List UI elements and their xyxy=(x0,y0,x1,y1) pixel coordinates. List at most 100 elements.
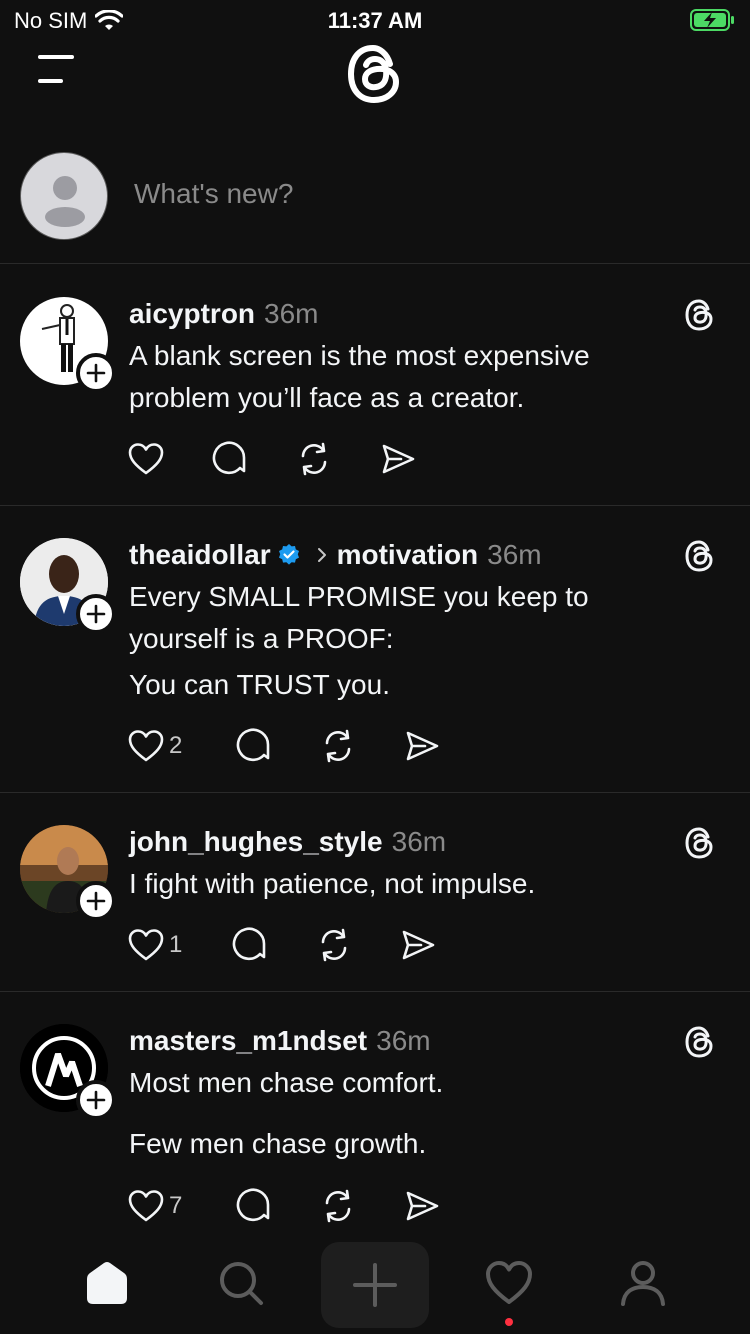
post-text-line: A blank screen is the most expensive xyxy=(129,340,590,371)
post-item[interactable]: john_hughes_style 36m I fight with patie… xyxy=(0,793,750,992)
post-actions xyxy=(127,439,463,479)
reply-button[interactable] xyxy=(235,1186,319,1226)
nav-activity[interactable] xyxy=(484,1258,534,1308)
share-button[interactable] xyxy=(379,439,463,479)
home-icon xyxy=(87,1262,127,1304)
post-header: masters_m1ndset 36m xyxy=(129,1024,431,1058)
post-time: 36m xyxy=(376,1025,431,1056)
post-item[interactable]: theaidollar motivation 36m Every SMALL P… xyxy=(0,506,750,793)
post-avatar-wrap xyxy=(20,1024,116,1120)
default-avatar-icon xyxy=(45,176,85,227)
follow-button[interactable] xyxy=(76,353,116,393)
post-topic[interactable]: motivation xyxy=(337,539,479,571)
plus-icon xyxy=(86,363,106,383)
like-button[interactable] xyxy=(127,439,211,479)
reply-button[interactable] xyxy=(231,925,315,965)
notification-dot xyxy=(505,1318,513,1326)
threads-icon[interactable] xyxy=(682,1024,718,1060)
repost-icon xyxy=(301,442,327,476)
send-icon xyxy=(402,930,435,960)
top-bar xyxy=(0,40,750,112)
post-text: I fight with patience, not impulse. xyxy=(129,863,689,905)
nav-profile[interactable] xyxy=(618,1258,668,1308)
post-text-line: Most men chase comfort. xyxy=(129,1067,444,1098)
follow-button[interactable] xyxy=(76,1080,116,1120)
threads-icon[interactable] xyxy=(682,538,718,574)
repost-icon xyxy=(325,1189,351,1223)
nav-search[interactable] xyxy=(216,1258,266,1308)
post-header: aicyptron 36m xyxy=(129,297,319,331)
search-icon xyxy=(220,1262,263,1305)
like-count: 1 xyxy=(169,931,183,958)
post-avatar-wrap xyxy=(20,825,116,921)
post-username[interactable]: aicyptron xyxy=(129,298,255,330)
post-username[interactable]: john_hughes_style xyxy=(129,826,383,858)
repost-icon xyxy=(325,729,351,763)
repost-button[interactable] xyxy=(319,1186,403,1226)
chevron-right-icon xyxy=(317,548,326,562)
plus-icon xyxy=(86,1090,106,1110)
post-actions: 2 xyxy=(127,726,487,766)
like-count: 2 xyxy=(169,732,183,759)
repost-button[interactable] xyxy=(295,439,379,479)
share-button[interactable] xyxy=(403,1186,487,1226)
post-avatar-wrap xyxy=(20,297,116,393)
post-header: theaidollar motivation 36m xyxy=(129,538,542,572)
follow-button[interactable] xyxy=(76,881,116,921)
post-actions: 7 xyxy=(127,1186,487,1226)
post-item[interactable]: aicyptron 36m A blank screen is the most… xyxy=(0,265,750,506)
status-bar: No SIM 11:37 AM xyxy=(0,0,750,40)
like-button[interactable]: 1 xyxy=(127,925,231,965)
share-button[interactable] xyxy=(399,925,483,965)
hamburger-icon-line xyxy=(38,55,74,59)
heart-icon xyxy=(128,730,164,762)
post-text-line: yourself is a PROOF: xyxy=(129,623,394,654)
reply-button[interactable] xyxy=(211,439,295,479)
post-username[interactable]: theaidollar xyxy=(129,539,271,571)
like-button[interactable]: 7 xyxy=(127,1186,235,1226)
profile-icon xyxy=(621,1261,665,1306)
heart-icon xyxy=(128,443,164,475)
menu-button[interactable] xyxy=(36,52,76,86)
send-icon xyxy=(382,444,415,474)
post-text-line: I fight with patience, not impulse. xyxy=(129,868,536,899)
plus-icon xyxy=(86,891,106,911)
reply-button[interactable] xyxy=(235,726,319,766)
post-text: A blank screen is the most expensive pro… xyxy=(129,335,689,419)
post-time: 36m xyxy=(391,826,447,857)
send-icon xyxy=(406,731,439,761)
threads-icon[interactable] xyxy=(682,825,718,861)
repost-button[interactable] xyxy=(319,726,403,766)
heart-icon xyxy=(128,1190,164,1222)
heart-icon xyxy=(486,1261,532,1304)
like-count: 7 xyxy=(169,1192,183,1219)
follow-button[interactable] xyxy=(76,594,116,634)
comment-icon xyxy=(236,1188,270,1222)
current-user-avatar xyxy=(20,152,108,240)
post-text-line: Every SMALL PROMISE you keep to xyxy=(129,581,589,612)
threads-icon[interactable] xyxy=(682,297,718,333)
composer-placeholder[interactable]: What's new? xyxy=(134,178,293,210)
hamburger-icon-line xyxy=(38,79,64,83)
new-post-composer[interactable]: What's new? xyxy=(0,130,750,264)
comment-icon xyxy=(236,728,270,762)
nav-compose[interactable] xyxy=(321,1242,429,1328)
post-avatar-wrap xyxy=(20,538,116,634)
bottom-nav xyxy=(0,1236,750,1334)
nav-home[interactable] xyxy=(82,1258,132,1308)
post-header: john_hughes_style 36m xyxy=(129,825,446,859)
post-text-line: Few men chase growth. xyxy=(129,1128,427,1159)
post-text-line: problem you’ll face as a creator. xyxy=(129,382,525,413)
post-username[interactable]: masters_m1ndset xyxy=(129,1025,367,1057)
share-button[interactable] xyxy=(403,726,487,766)
comment-icon xyxy=(232,927,266,961)
repost-button[interactable] xyxy=(315,925,399,965)
comment-icon xyxy=(212,441,246,475)
clock: 11:37 AM xyxy=(327,8,423,33)
threads-logo-icon[interactable] xyxy=(343,42,407,106)
plus-icon xyxy=(353,1263,397,1307)
repost-icon xyxy=(321,928,347,962)
post-text: Most men chase comfort. Few men chase gr… xyxy=(129,1062,689,1165)
post-item[interactable]: masters_m1ndset 36m Most men chase comfo… xyxy=(0,992,750,1236)
like-button[interactable]: 2 xyxy=(127,726,235,766)
